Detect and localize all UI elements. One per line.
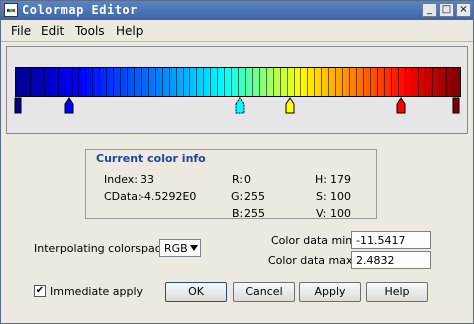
immediate-apply-checkbox[interactable]: ✔ bbox=[34, 285, 46, 297]
interpolation-label: Interpolating colorspace: bbox=[34, 242, 172, 255]
v-label: V: bbox=[316, 207, 327, 220]
s-label: S: bbox=[316, 190, 327, 203]
v-value: 100 bbox=[330, 207, 351, 220]
s-value: 100 bbox=[330, 190, 351, 203]
ok-button[interactable]: OK bbox=[165, 282, 227, 302]
colormap-editor-window: Colormap Editor _ □ × File Edit Tools He… bbox=[0, 0, 474, 324]
cancel-button[interactable]: Cancel bbox=[233, 282, 295, 302]
g-label: G: bbox=[231, 190, 244, 203]
colormap-marker[interactable] bbox=[235, 97, 245, 114]
menu-help[interactable]: Help bbox=[116, 24, 143, 38]
menu-file[interactable]: File bbox=[11, 24, 31, 38]
close-button[interactable]: × bbox=[456, 3, 471, 17]
menu-edit[interactable]: Edit bbox=[41, 24, 64, 38]
r-value: 0 bbox=[244, 173, 251, 186]
maximize-button[interactable]: □ bbox=[439, 3, 454, 17]
current-color-info-legend: Current color info bbox=[93, 152, 209, 165]
colormap-markers[interactable] bbox=[7, 47, 467, 133]
window-title: Colormap Editor bbox=[22, 3, 138, 17]
color-data-min-input[interactable]: -11.5417 bbox=[351, 231, 431, 249]
color-data-min-label: Color data min: bbox=[271, 234, 356, 247]
immediate-apply-label[interactable]: Immediate apply bbox=[50, 285, 143, 298]
cdata-value: -4.5292E0 bbox=[140, 190, 197, 203]
colormap-marker[interactable] bbox=[452, 97, 460, 114]
colormap-marker[interactable] bbox=[14, 97, 22, 114]
h-label: H: bbox=[315, 173, 327, 186]
title-bar[interactable]: Colormap Editor _ □ × bbox=[1, 1, 473, 20]
h-value: 179 bbox=[330, 173, 351, 186]
index-value: 33 bbox=[140, 173, 154, 186]
app-icon bbox=[4, 3, 18, 17]
colormap-marker[interactable] bbox=[396, 97, 406, 114]
colormap-marker[interactable] bbox=[64, 97, 74, 114]
cdata-label: CData: bbox=[104, 190, 142, 203]
colormap-marker[interactable] bbox=[285, 97, 295, 114]
menu-tools[interactable]: Tools bbox=[75, 24, 105, 38]
b-value: 255 bbox=[244, 207, 265, 220]
color-data-max-label: Color data max: bbox=[268, 254, 357, 267]
r-label: R: bbox=[232, 173, 244, 186]
apply-button[interactable]: Apply bbox=[299, 282, 361, 302]
color-data-max-input[interactable]: 2.4832 bbox=[351, 251, 431, 269]
g-value: 255 bbox=[244, 190, 265, 203]
colorspace-value: RGB bbox=[164, 242, 188, 255]
colorspace-select[interactable]: RGB bbox=[159, 239, 201, 257]
index-label: Index: bbox=[104, 173, 138, 186]
colorbar-panel bbox=[6, 46, 468, 134]
menu-bar: File Edit Tools Help bbox=[1, 21, 473, 42]
help-button[interactable]: Help bbox=[366, 282, 428, 302]
minimize-button[interactable]: _ bbox=[422, 3, 437, 17]
b-label: B: bbox=[232, 207, 244, 220]
chevron-down-icon bbox=[190, 245, 198, 251]
